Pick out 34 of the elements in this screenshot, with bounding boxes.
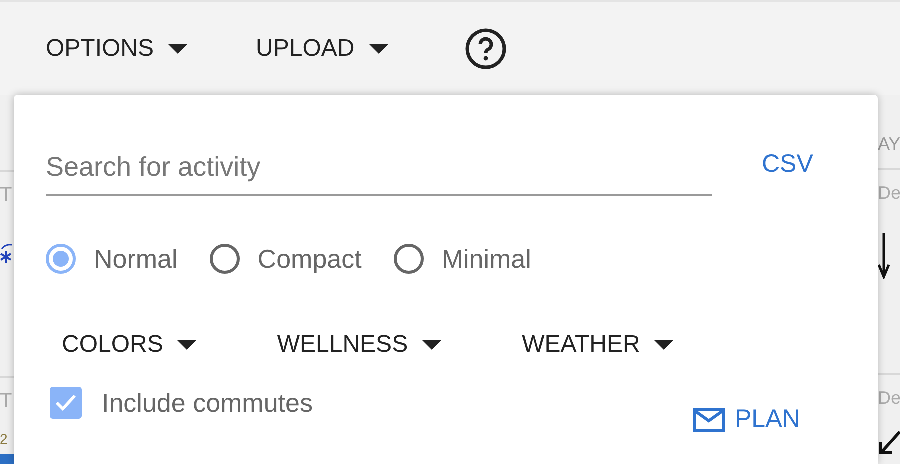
checkmark-icon: [55, 394, 77, 412]
color-strip: [0, 454, 14, 464]
mail-icon: [692, 408, 725, 432]
caret-icon: [177, 340, 198, 350]
menu-button[interactable]: OPTIONS: [46, 34, 188, 62]
dropdown-button[interactable]: COLORS: [62, 331, 198, 359]
date-text: De: [878, 182, 900, 204]
csv-button[interactable]: CSV: [762, 150, 814, 179]
down-arrow-icon: [878, 233, 890, 279]
radio-label[interactable]: Compact: [258, 244, 362, 274]
checkbox-label: Include commutes: [102, 388, 313, 418]
radio-label[interactable]: Normal: [94, 244, 178, 274]
caret-icon: [168, 44, 188, 54]
column-header-text: T: [0, 184, 12, 206]
caret-icon: [654, 340, 674, 350]
checkbox[interactable]: [50, 387, 82, 419]
column-header-text: AY: [878, 134, 900, 155]
radio-button[interactable]: [210, 244, 240, 274]
radio-button[interactable]: [394, 244, 424, 274]
search-field[interactable]: Search for activity: [46, 140, 712, 196]
menu-button[interactable]: UPLOAD: [256, 34, 389, 62]
snowflake-icon: [0, 243, 12, 265]
radio-button[interactable]: [46, 244, 76, 274]
plan-button[interactable]: PLAN: [692, 405, 800, 434]
diagonal-arrow-icon: [878, 430, 900, 456]
caret-icon: [422, 340, 442, 350]
caret-icon: [368, 44, 389, 54]
value-text: 2: [0, 431, 8, 447]
date-text: De: [878, 388, 900, 408]
help-icon[interactable]: [464, 28, 507, 70]
column-header-text: T: [0, 390, 12, 412]
dropdown-button[interactable]: WELLNESS: [277, 331, 442, 359]
dropdown-button[interactable]: WEATHER: [522, 331, 674, 359]
radio-label[interactable]: Minimal: [442, 244, 532, 274]
